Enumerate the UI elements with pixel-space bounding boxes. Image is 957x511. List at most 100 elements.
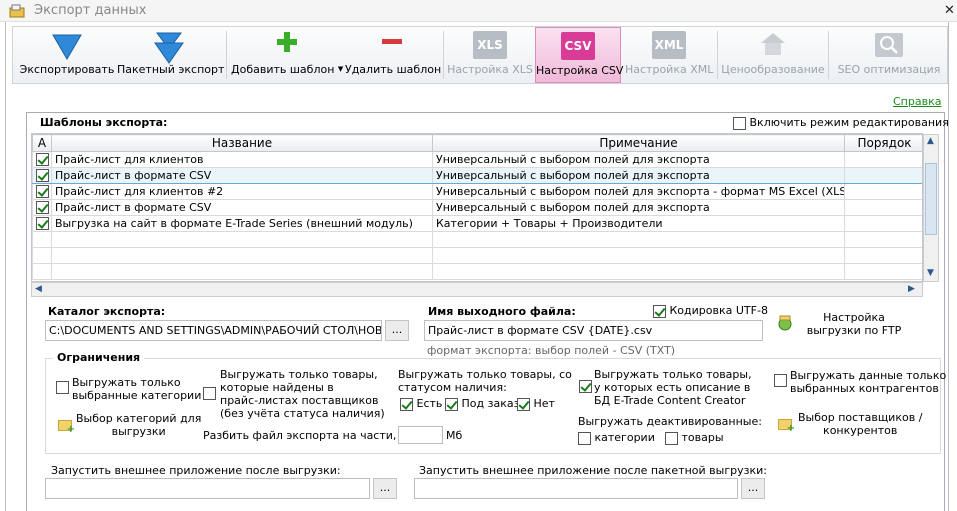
- row-order: [844, 215, 922, 232]
- col-active[interactable]: А: [32, 134, 52, 152]
- row-active-cell[interactable]: [32, 215, 52, 232]
- grid-horizontal-scrollbar[interactable]: ◀ ▶: [31, 282, 923, 297]
- empty-row: [32, 263, 922, 280]
- row-checkbox[interactable]: [35, 201, 49, 215]
- split-size-input[interactable]: [398, 426, 443, 444]
- window-border-left: [5, 22, 6, 511]
- col-name[interactable]: Название: [51, 134, 433, 152]
- row-checkbox[interactable]: [35, 217, 49, 231]
- export-button[interactable]: Экспортировать: [17, 27, 117, 83]
- deact-categories-checkbox[interactable]: [578, 431, 591, 445]
- row-note: Универсальный с выбором полей для экспор…: [432, 167, 845, 184]
- house-icon: [761, 33, 785, 55]
- deact-goods-toggle[interactable]: товары: [665, 431, 724, 445]
- xls-settings-button[interactable]: XLS Настройка XLS: [447, 27, 533, 83]
- col-note[interactable]: Примечание: [432, 134, 845, 152]
- deact-goods-checkbox[interactable]: [665, 431, 678, 445]
- edit-mode-checkbox[interactable]: [733, 116, 746, 130]
- row-note: Универсальный с выбором полей для экспор…: [432, 199, 845, 216]
- close-icon[interactable]: ✕: [944, 3, 955, 18]
- output-label: Имя выходного файла:: [428, 305, 576, 318]
- catalog-browse-button[interactable]: ...: [385, 320, 409, 341]
- row-active-cell[interactable]: [32, 151, 52, 168]
- edit-mode-toggle[interactable]: Включить режим редактирования: [733, 116, 949, 130]
- utf8-toggle[interactable]: Кодировка UTF-8: [653, 304, 768, 318]
- selected-categories-checkbox[interactable]: [56, 381, 69, 394]
- row-checkbox[interactable]: [35, 185, 49, 199]
- scroll-right-icon[interactable]: ▶: [908, 284, 915, 294]
- row-order: [844, 167, 922, 184]
- with-description-label: Выгружать только товары,: [594, 368, 752, 381]
- availability-label-1: Выгружать только товары, со: [398, 368, 572, 381]
- avail-yes-label: Есть: [416, 397, 443, 410]
- help-link[interactable]: Справка: [893, 95, 941, 108]
- avail-no-toggle[interactable]: Нет: [517, 397, 555, 411]
- batch-export-button[interactable]: Пакетный экспорт: [117, 27, 224, 83]
- export-label: Экспортировать: [19, 63, 115, 76]
- run-after-batch-input[interactable]: [414, 478, 738, 499]
- selected-categories-label: Выгружать только: [72, 376, 181, 389]
- xml-settings-label: Настройка XML: [625, 63, 714, 76]
- seo-label: SEO оптимизация: [837, 63, 941, 76]
- scroll-thumb[interactable]: [925, 163, 937, 235]
- deact-goods-label: товары: [681, 431, 724, 444]
- window-title: Экспорт данных: [34, 3, 147, 18]
- row-order: [844, 199, 922, 216]
- table-row[interactable]: Выгрузка на сайт в формате E-Trade Serie…: [32, 215, 922, 232]
- run-after-label: Запустить внешнее приложение после выгру…: [51, 464, 341, 477]
- table-row[interactable]: Прайс-лист для клиентов #2 Универсальный…: [32, 183, 922, 200]
- output-filename-input[interactable]: Прайс-лист в формате CSV {DATE}.csv: [424, 320, 763, 341]
- deact-categories-label: категории: [594, 431, 655, 444]
- add-template-button[interactable]: Добавить шаблон ▼: [231, 27, 343, 83]
- row-checkbox[interactable]: [35, 169, 49, 183]
- avail-order-checkbox[interactable]: [445, 397, 458, 411]
- delete-template-label: Удалить шаблон: [345, 63, 442, 76]
- app-icon: [9, 4, 25, 18]
- utf8-label: Кодировка UTF-8: [669, 304, 768, 317]
- ftp-icon: [778, 315, 792, 331]
- with-description-checkbox[interactable]: [579, 380, 592, 393]
- row-checkbox[interactable]: [35, 153, 49, 167]
- minus-icon: [382, 39, 402, 44]
- avail-yes-toggle[interactable]: Есть: [400, 397, 442, 411]
- seo-button[interactable]: SEO оптимизация: [833, 27, 945, 83]
- scroll-left-icon[interactable]: ◀: [35, 284, 42, 294]
- row-active-cell[interactable]: [32, 183, 52, 200]
- pricing-button[interactable]: Ценообразование: [721, 27, 825, 83]
- xls-icon: XLS: [473, 31, 507, 59]
- catalog-input[interactable]: C:\DOCUMENTS AND SETTINGS\ADMIN\РАБОЧИЙ …: [45, 320, 382, 341]
- edit-mode-label: Включить режим редактирования: [749, 116, 949, 129]
- found-in-supplier-label-4: (без учёта статуса наличия): [220, 407, 385, 420]
- scroll-up-icon[interactable]: ▲: [927, 136, 934, 146]
- contractors-checkbox[interactable]: [774, 374, 787, 387]
- col-order[interactable]: Порядок: [844, 134, 922, 152]
- xml-settings-button[interactable]: XML Настройка XML: [625, 27, 713, 83]
- table-row[interactable]: Прайс-лист в формате CSV Универсальный с…: [32, 167, 922, 184]
- globe-search-icon: [875, 33, 903, 57]
- run-after-batch-label: Запустить внешнее приложение после пакет…: [419, 464, 767, 477]
- templates-table: А Название Примечание Порядок Прайс-лист…: [32, 134, 922, 280]
- limits-title: Ограничения: [53, 351, 145, 364]
- avail-order-toggle[interactable]: Под заказ: [445, 397, 519, 411]
- csv-settings-button[interactable]: CSV Настройка CSV: [535, 27, 623, 83]
- deact-categories-toggle[interactable]: категории: [578, 431, 655, 445]
- utf8-checkbox[interactable]: [653, 304, 666, 318]
- row-active-cell[interactable]: [32, 199, 52, 216]
- avail-yes-checkbox[interactable]: [400, 397, 413, 411]
- row-active-cell[interactable]: [32, 167, 52, 184]
- avail-no-checkbox[interactable]: [517, 397, 530, 411]
- table-row[interactable]: Прайс-лист в формате CSV Универсальный с…: [32, 199, 922, 216]
- delete-template-button[interactable]: Удалить шаблон: [345, 27, 442, 83]
- grid-vertical-scrollbar[interactable]: ▲ ▼: [923, 134, 939, 282]
- arrow-down-icon: [52, 34, 82, 60]
- found-in-supplier-checkbox[interactable]: [203, 387, 216, 400]
- run-after-batch-browse-button[interactable]: ...: [741, 478, 765, 499]
- avail-order-label: Под заказ: [461, 397, 520, 410]
- ftp-label-1: Настройка: [823, 311, 885, 324]
- run-after-browse-button[interactable]: ...: [373, 478, 397, 499]
- row-name: Прайс-лист в формате CSV: [51, 167, 433, 184]
- toolbar: Экспортировать Пакетный экспорт Добавить…: [12, 26, 948, 84]
- run-after-input[interactable]: [45, 478, 370, 499]
- table-row[interactable]: Прайс-лист для клиентов Универсальный с …: [32, 151, 922, 168]
- scroll-down-icon[interactable]: ▼: [927, 268, 934, 278]
